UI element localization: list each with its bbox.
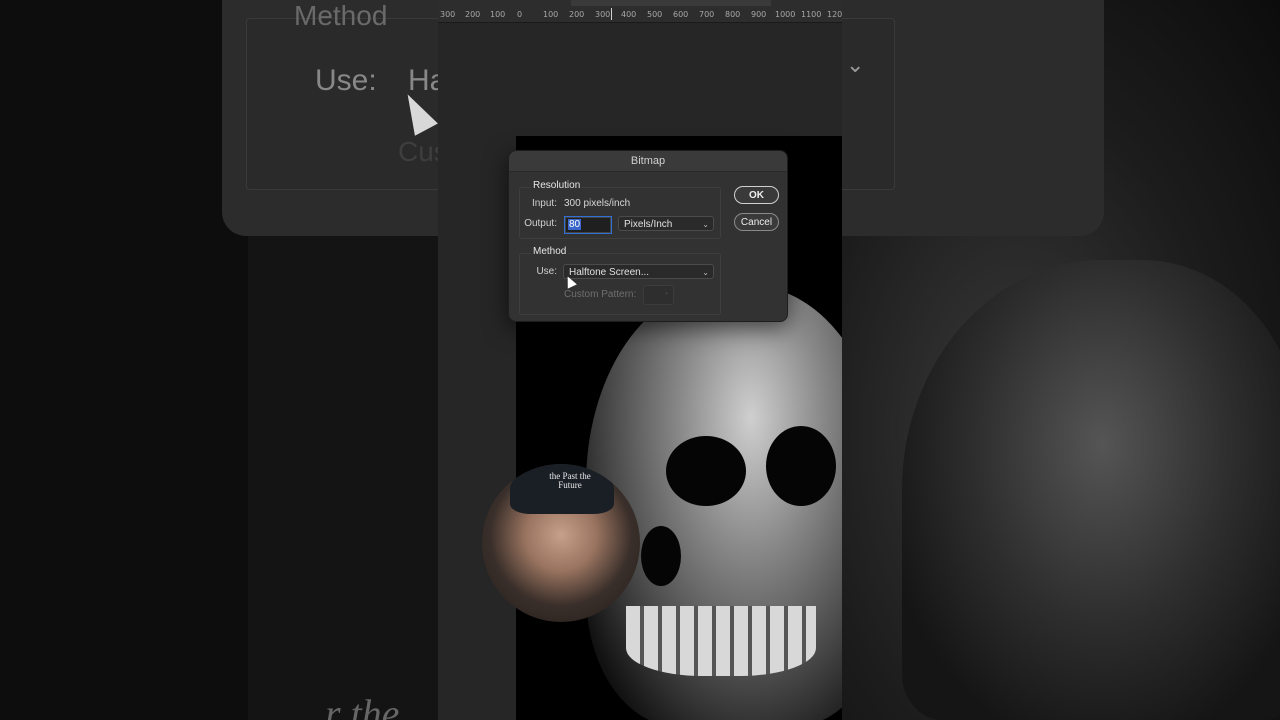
ruler-tick: 200 — [465, 10, 481, 19]
custom-pattern-label: Custom Pattern: — [564, 289, 637, 300]
custom-pattern-picker[interactable]: ⌄ — [643, 285, 674, 305]
ruler-tick: 1200 — [827, 10, 842, 19]
skull-eye-socket — [666, 436, 746, 506]
ruler-tick: 500 — [647, 10, 663, 19]
ruler-position-marker — [611, 8, 612, 20]
zoomed-cap-text: r the — [325, 691, 400, 720]
zoomed-use-label: Use: — [315, 64, 377, 97]
ruler-tick: 600 — [673, 10, 689, 19]
method-use-value: Halftone Screen... — [569, 267, 650, 278]
zoomed-dialog-panel-right: ⌄ — [842, 0, 1104, 236]
ok-button[interactable]: OK — [734, 186, 779, 204]
input-resolution-value: 300 pixels/inch — [564, 198, 631, 209]
zoomed-select-edge — [842, 18, 895, 190]
ruler-tick: 1100 — [801, 10, 822, 19]
dialog-title: Bitmap — [509, 151, 787, 172]
ruler-tick: 300 — [595, 10, 611, 19]
zoomed-custom-label: Cus — [398, 136, 438, 167]
output-resolution-field[interactable]: 80 — [565, 217, 611, 233]
method-group — [519, 253, 721, 315]
ruler-tick: 100 — [543, 10, 559, 19]
use-label: Use: — [536, 266, 557, 277]
resolution-unit-value: Pixels/Inch — [624, 219, 673, 230]
facecam-overlay: the Past the Future — [482, 464, 640, 622]
ruler-tick: 100 — [490, 10, 506, 19]
chevron-down-icon: ⌄ — [702, 268, 709, 277]
cancel-button[interactable]: Cancel — [734, 213, 779, 231]
zoomed-chevron-down-icon: ⌄ — [846, 52, 865, 77]
cap-text: the Past the Future — [549, 471, 591, 490]
resolution-unit-select[interactable]: Pixels/Inch ⌄ — [618, 216, 714, 231]
input-label: Input: — [531, 198, 557, 209]
ruler-tick: 800 — [725, 10, 741, 19]
skull-nose-cavity — [641, 526, 681, 586]
ruler-tick: 1000 — [775, 10, 796, 19]
chevron-down-icon: ⌄ — [702, 220, 709, 229]
output-label: Output: — [524, 218, 557, 229]
method-heading: Method — [531, 246, 569, 257]
zoomed-skull-image — [902, 260, 1280, 720]
ruler-tick: 0 — [517, 10, 523, 19]
ruler-tick: 400 — [621, 10, 637, 19]
output-resolution-value: 80 — [568, 219, 582, 230]
chevron-down-icon: ⌄ — [663, 290, 669, 296]
background-left-zoom: Method Use: Ha Cus r the — [0, 0, 438, 720]
ruler-tick: 300 — [440, 10, 456, 19]
horizontal-ruler[interactable]: 300 200 100 0 100 200 300 400 500 600 70… — [438, 0, 842, 23]
ruler-tick: 700 — [699, 10, 715, 19]
zoomed-method-heading: Method — [294, 0, 388, 31]
ruler-tick: 200 — [569, 10, 585, 19]
resolution-group — [519, 187, 721, 239]
resolution-heading: Resolution — [531, 180, 583, 191]
background-canvas-shadow — [248, 236, 438, 720]
photoshop-workspace: 300 200 100 0 100 200 300 400 500 600 70… — [438, 0, 842, 720]
skull-eye-socket — [766, 426, 836, 506]
bitmap-dialog: Bitmap Resolution Input: 300 pixels/inch… — [508, 150, 788, 322]
method-use-select[interactable]: Halftone Screen... ⌄ — [563, 264, 714, 279]
background-right-zoom: ⌄ — [842, 0, 1280, 720]
ruler-top-bar — [571, 0, 771, 6]
ruler-tick: 900 — [751, 10, 767, 19]
skull-teeth — [626, 606, 816, 676]
